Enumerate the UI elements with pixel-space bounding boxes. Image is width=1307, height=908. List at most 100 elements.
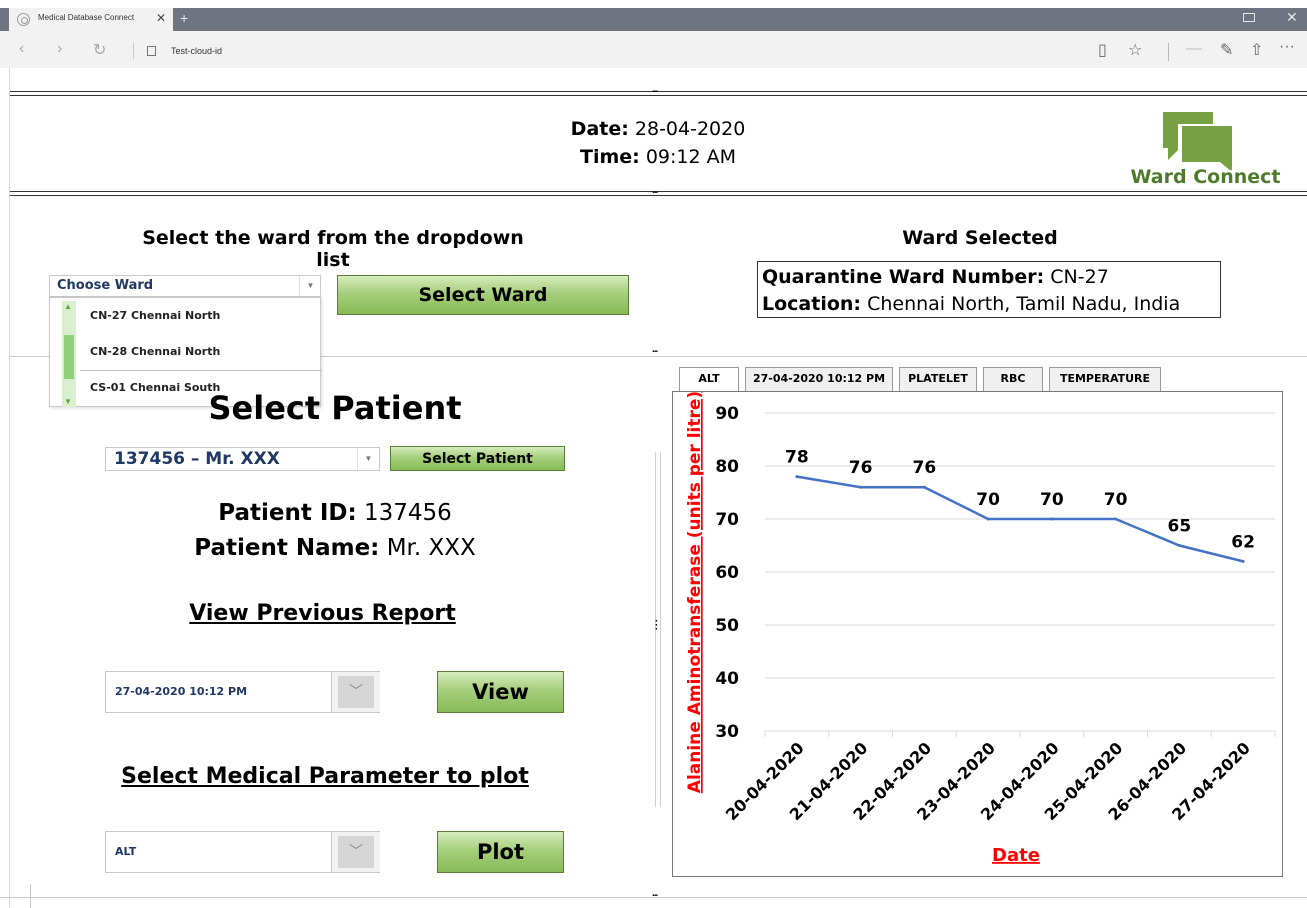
- y-tick-label: 70: [715, 510, 739, 530]
- location-label: Location:: [762, 293, 862, 315]
- dropdown-button[interactable]: ﹀: [331, 832, 380, 872]
- alt-chart: 30 40 50 60 70 80 90 78 76 76 70 70 70 65 62 20-04-2020…: [672, 391, 1283, 877]
- patient-id-label: Patient ID:: [218, 500, 357, 526]
- select-parameter-link[interactable]: Select Medical Parameter to plot: [100, 764, 550, 789]
- back-icon[interactable]: ‹: [19, 40, 24, 58]
- plot-button[interactable]: Plot: [437, 831, 564, 873]
- date-label: Date:: [570, 118, 629, 140]
- dropdown-button[interactable]: ﹀: [331, 672, 380, 712]
- ward-number-label: Quarantine Ward Number:: [762, 266, 1045, 288]
- new-tab-icon[interactable]: +: [180, 10, 188, 26]
- hub-icon[interactable]: —: [1186, 40, 1202, 58]
- select-ward-button[interactable]: Select Ward: [337, 275, 629, 315]
- y-tick-label: 30: [715, 722, 739, 742]
- address-input[interactable]: Test-cloud-id: [171, 46, 222, 56]
- window-close-icon[interactable]: ✕: [1286, 9, 1298, 26]
- browser-tab-bar: Medical Database Connect ✕ + ✕: [0, 8, 1307, 31]
- chart-canvas: 304050607080907876 7670 70 70656220-04-2020…: [685, 392, 1276, 866]
- data-point: [1177, 544, 1181, 547]
- patient-info: Patient ID: 137456 Patient Name: Mr. XXX: [130, 496, 540, 566]
- ward-info-box: Quarantine Ward Number: CN-27 Location: …: [757, 261, 1221, 318]
- tab-temperature[interactable]: TEMPERATURE: [1049, 367, 1161, 391]
- tab-platelet[interactable]: PLATELET: [899, 367, 977, 391]
- data-label: 78: [785, 448, 809, 468]
- x-axis-title: Date: [992, 845, 1040, 866]
- patient-name-value: Mr. XXX: [386, 535, 476, 561]
- logo-text: Ward Connect: [1130, 166, 1281, 188]
- y-tick-label: 60: [715, 563, 739, 583]
- time-label: Time:: [580, 146, 640, 168]
- more-icon[interactable]: ···: [1279, 38, 1295, 56]
- report-date-select[interactable]: 27-04-2020 10:12 PM ﹀: [105, 671, 380, 713]
- time-value: 09:12 AM: [645, 146, 736, 168]
- favorite-star-icon[interactable]: ☆: [1128, 40, 1142, 60]
- pane-splitter[interactable]: ...: [652, 344, 658, 355]
- reading-view-icon[interactable]: ▯: [1098, 40, 1107, 60]
- tab-alt[interactable]: ALT: [679, 367, 739, 391]
- tab-rbc[interactable]: RBC: [983, 367, 1043, 391]
- tab-close-icon[interactable]: ✕: [156, 11, 166, 25]
- y-tick-label: 40: [715, 669, 739, 689]
- ward-number-value: CN-27: [1050, 266, 1109, 288]
- data-label: 70: [1040, 490, 1064, 510]
- date-value: 28-04-2020: [634, 118, 746, 140]
- data-point: [1241, 559, 1245, 563]
- location-value: Chennai North, Tamil Nadu, India: [867, 293, 1181, 315]
- view-previous-report-link[interactable]: View Previous Report: [150, 601, 495, 626]
- browser-tab[interactable]: Medical Database Connect ✕: [9, 8, 173, 31]
- bottom-divider: [0, 897, 1307, 898]
- data-point: [1114, 517, 1118, 521]
- data-point: [922, 485, 926, 489]
- pane-splitter[interactable]: ...: [652, 84, 658, 95]
- ward-connect-logo: Ward Connect: [1128, 110, 1283, 194]
- patient-select[interactable]: 137456 – Mr. XXX ▼: [105, 447, 380, 471]
- patient-name-label: Patient Name:: [194, 535, 380, 561]
- data-label: 70: [976, 490, 1000, 510]
- address-bar: ‹ › ↻ Test-cloud-id ▯ ☆ — ✎ ⇧ ···: [0, 31, 1307, 68]
- window-restore-icon[interactable]: [1243, 13, 1255, 22]
- sheet-splitter: [30, 884, 31, 908]
- ward-instruction-heading: Select the ward from the dropdown list: [142, 227, 524, 271]
- chat-bubbles-icon: [1163, 112, 1232, 172]
- refresh-icon[interactable]: ↻: [93, 40, 106, 60]
- chevron-down-icon[interactable]: ▼: [357, 448, 379, 470]
- data-point: [1050, 517, 1054, 521]
- report-date-value: 27-04-2020 10:12 PM: [115, 685, 248, 698]
- ward-select-value: Choose Ward: [57, 278, 154, 293]
- vertical-splitter-handle[interactable]: · · ·: [655, 617, 659, 635]
- data-point: [859, 485, 863, 489]
- chevron-down-icon: ﹀: [338, 676, 374, 708]
- parameter-select[interactable]: ALT ﹀: [105, 831, 380, 873]
- frame-line: [9, 95, 1307, 96]
- data-label: 70: [1104, 490, 1128, 510]
- forward-icon[interactable]: ›: [57, 40, 62, 58]
- view-button[interactable]: View: [437, 671, 564, 713]
- notes-icon[interactable]: ✎: [1220, 40, 1233, 60]
- share-icon[interactable]: ⇧: [1250, 40, 1263, 60]
- data-point: [795, 475, 799, 479]
- y-axis-title: Alanine Aminotransferase (units per litr…: [685, 392, 705, 793]
- date-time-display: Date: 28-04-2020 Time: 09:12 AM: [458, 115, 858, 171]
- data-label: 76: [913, 458, 937, 478]
- select-patient-button[interactable]: Select Patient: [390, 446, 565, 471]
- chevron-down-icon: ﹀: [338, 836, 374, 868]
- pane-splitter[interactable]: ...: [652, 185, 658, 196]
- data-label: 65: [1168, 517, 1192, 537]
- tab-report-date[interactable]: 27-04-2020 10:12 PM: [745, 367, 893, 391]
- y-tick-label: 50: [715, 616, 739, 636]
- tab-title: Medical Database Connect: [38, 13, 135, 22]
- chevron-down-icon[interactable]: ▼: [299, 276, 321, 296]
- scroll-up-icon[interactable]: ▲: [64, 302, 72, 311]
- frame-line: [9, 191, 1307, 192]
- frame-left-border: [9, 68, 10, 908]
- y-tick-label: 90: [715, 404, 739, 424]
- ward-option[interactable]: CN-27 Chennai North: [90, 309, 220, 322]
- frame-line: [9, 91, 1307, 92]
- y-tick-label: 80: [715, 457, 739, 477]
- address-separator: [133, 43, 134, 59]
- page-icon: [147, 46, 156, 56]
- ward-selected-heading: Ward Selected: [902, 227, 1058, 249]
- patient-id-value: 137456: [363, 500, 452, 526]
- toolbar-separator: [1168, 43, 1169, 61]
- ward-select[interactable]: Choose Ward ▼: [49, 275, 321, 297]
